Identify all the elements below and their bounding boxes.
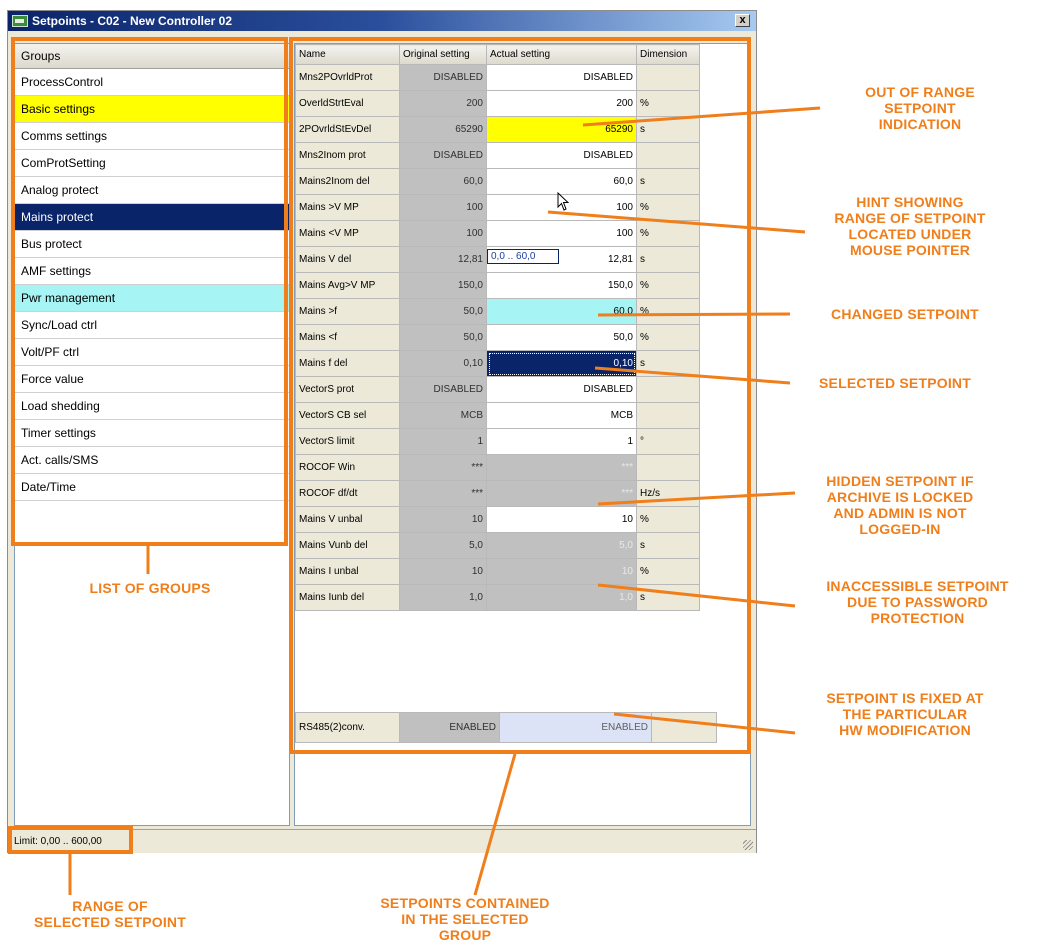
callout-inaccessible: INACCESSIBLE SETPOINT DUE TO PASSWORD PR… [826,578,1009,626]
callout-range-selected: RANGE OF SELECTED SETPOINT [34,898,186,930]
callout-changed: CHANGED SETPOINT [831,306,979,322]
callout-selected: SELECTED SETPOINT [819,375,971,391]
callout-setpoints-contained: SETPOINTS CONTAINED IN THE SELECTED GROU… [380,895,550,943]
callout-list-of-groups: LIST OF GROUPS [89,580,211,596]
callout-out-of-range: OUT OF RANGE SETPOINT INDICATION [865,84,975,132]
callout-hint-range: HINT SHOWING RANGE OF SETPOINT LOCATED U… [834,194,986,258]
callout-hidden: HIDDEN SETPOINT IF ARCHIVE IS LOCKED AND… [826,473,974,537]
callout-fixed: SETPOINT IS FIXED AT THE PARTICULAR HW M… [826,690,984,738]
